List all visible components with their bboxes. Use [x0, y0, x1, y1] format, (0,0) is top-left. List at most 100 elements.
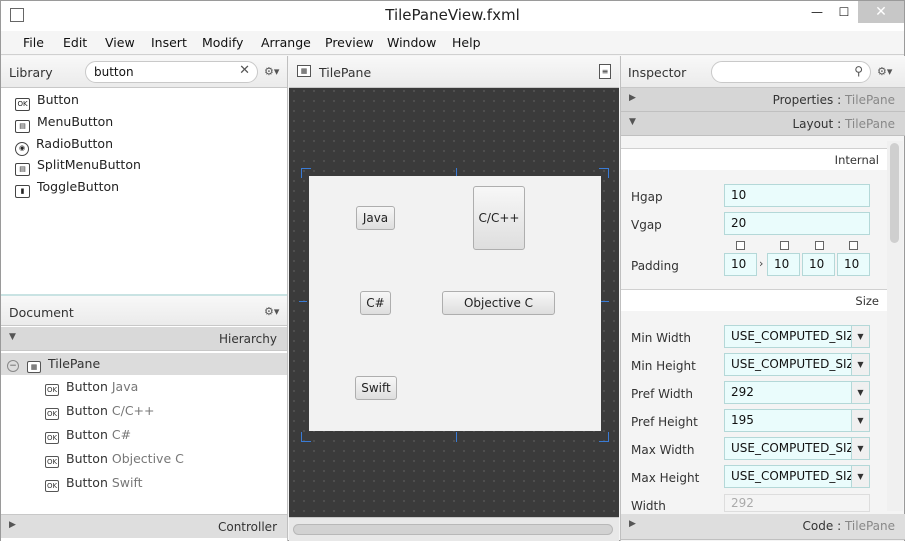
tree-root[interactable]: − ▦ TilePane	[1, 353, 287, 375]
button-icon: OK	[45, 480, 59, 492]
library-item-splitmenubutton[interactable]: ▤ SplitMenuButton	[15, 157, 141, 177]
padding-link-checkbox[interactable]	[849, 241, 858, 250]
selection-handle[interactable]	[601, 301, 609, 302]
code-section[interactable]: ▶ Code : TilePane	[621, 514, 905, 540]
menu-help[interactable]: Help	[452, 35, 481, 50]
selection-handle[interactable]	[451, 432, 457, 442]
vgap-field[interactable]: 20	[724, 212, 870, 235]
combo-value: USE_COMPUTED_SIZE	[731, 441, 863, 455]
padding-top-field[interactable]: 10	[724, 253, 757, 276]
chevron-down-icon[interactable]: ▼	[851, 382, 869, 403]
scrollbar-thumb[interactable]	[293, 524, 613, 535]
inspector-scrollbar[interactable]	[887, 141, 903, 511]
pref-height-combo[interactable]: 195 ▼	[724, 409, 870, 432]
tree-text: Swift	[111, 475, 143, 490]
selection-handle[interactable]	[299, 301, 307, 302]
search-icon[interactable]: ⚲	[854, 64, 863, 78]
library-title: Library	[9, 65, 53, 80]
menu-edit[interactable]: Edit	[63, 35, 87, 50]
library-item-togglebutton[interactable]: ▮ ToggleButton	[15, 179, 119, 199]
expand-arrow-icon[interactable]: ▼	[9, 332, 16, 342]
min-width-combo[interactable]: USE_COMPUTED_SIZE ▼	[724, 325, 870, 348]
menu-modify[interactable]: Modify	[202, 35, 243, 50]
hierarchy-section[interactable]: ▼ Hierarchy	[1, 327, 287, 351]
inspector-gear-icon[interactable]: ⚙▾	[877, 65, 892, 78]
min-width-label: Min Width	[631, 331, 691, 345]
chevron-down-icon[interactable]: ▼	[851, 326, 869, 347]
content-breadcrumb[interactable]: TilePane	[319, 65, 371, 80]
content-header: ▦ TilePane ≡	[289, 56, 619, 88]
min-height-combo[interactable]: USE_COMPUTED_SIZE ▼	[724, 353, 870, 376]
swift-button[interactable]: Swift	[355, 376, 397, 400]
library-item-radiobutton[interactable]: ◉ RadioButton	[15, 136, 113, 156]
menu-window[interactable]: Window	[387, 35, 436, 50]
objc-button[interactable]: Objective C	[442, 291, 555, 315]
menu-insert[interactable]: Insert	[151, 35, 187, 50]
button-icon: OK	[15, 98, 30, 111]
max-width-combo[interactable]: USE_COMPUTED_SIZE ▼	[724, 437, 870, 460]
padding-bottom-field[interactable]: 10	[802, 253, 835, 276]
button-icon: OK	[45, 384, 59, 396]
menu-arrange[interactable]: Arrange	[261, 35, 311, 50]
library-item-button[interactable]: OK Button	[15, 92, 79, 112]
tree-row-cs[interactable]: OK Button C#	[1, 424, 287, 446]
chevron-down-icon[interactable]: ▼	[851, 438, 869, 459]
selection-handle[interactable]	[599, 432, 609, 442]
chevron-down-icon[interactable]: ▼	[851, 354, 869, 375]
menu-file[interactable]: File	[23, 35, 44, 50]
csharp-button[interactable]: C#	[360, 291, 391, 315]
expand-arrow-icon[interactable]: ▶	[629, 93, 636, 103]
padding-link-checkbox[interactable]	[815, 241, 824, 250]
padding-link-checkbox[interactable]	[780, 241, 789, 250]
selection-handle[interactable]	[301, 432, 311, 442]
padding-right-field[interactable]: 10	[767, 253, 800, 276]
max-height-combo[interactable]: USE_COMPUTED_SIZE ▼	[724, 465, 870, 488]
layout-section[interactable]: ▼ Layout : TilePane	[621, 112, 905, 136]
title-bar: TilePaneView.fxml — ☐ ✕	[1, 1, 904, 31]
hgap-field[interactable]: 10	[724, 184, 870, 207]
tilepane-canvas[interactable]: Java C/C++ C# Objective C Swift	[309, 176, 601, 431]
collapse-arrow-icon[interactable]: ▼	[629, 117, 636, 127]
tree-row-objc[interactable]: OK Button Objective C	[1, 448, 287, 470]
maximize-button[interactable]: ☐	[831, 1, 857, 23]
expand-arrow-icon[interactable]: ▶	[9, 520, 16, 530]
collapse-icon[interactable]: −	[7, 360, 19, 372]
hgap-label: Hgap	[631, 190, 663, 204]
section-name: Properties	[772, 93, 834, 107]
java-button[interactable]: Java	[356, 206, 395, 230]
width-label: Width	[631, 499, 666, 513]
padding-link-checkbox[interactable]	[736, 241, 745, 250]
expand-arrow-icon[interactable]: ▶	[629, 519, 636, 529]
tree-row-java[interactable]: OK Button Java	[1, 376, 287, 398]
menu-preview[interactable]: Preview	[325, 35, 374, 50]
minimize-button[interactable]: —	[803, 1, 831, 23]
chevron-down-icon[interactable]: ▼	[851, 466, 869, 487]
controller-section[interactable]: ▶ Controller	[1, 514, 287, 538]
library-search-input[interactable]	[94, 65, 234, 79]
properties-section[interactable]: ▶ Properties : TilePane	[621, 88, 905, 112]
menu-view[interactable]: View	[105, 35, 135, 50]
library-gear-icon[interactable]: ⚙▾	[264, 65, 279, 78]
horizontal-scrollbar[interactable]	[289, 517, 619, 541]
padding-left-field[interactable]: 10	[837, 253, 870, 276]
properties-label: Properties : TilePane	[773, 93, 895, 107]
pref-height-label: Pref Height	[631, 415, 698, 429]
library-item-menubutton[interactable]: ▤ MenuButton	[15, 114, 113, 134]
close-button[interactable]: ✕	[858, 1, 904, 23]
internal-subheader: Internal	[621, 148, 887, 170]
clear-search-icon[interactable]: ✕	[239, 63, 250, 78]
chevron-down-icon[interactable]: ▼	[851, 410, 869, 431]
pref-width-combo[interactable]: 292 ▼	[724, 381, 870, 404]
library-item-label: RadioButton	[36, 136, 113, 151]
tree-row-swift[interactable]: OK Button Swift	[1, 472, 287, 494]
document-icon[interactable]: ≡	[599, 64, 611, 79]
document-title: Document	[9, 305, 74, 320]
scrollbar-thumb[interactable]	[890, 143, 899, 243]
library-search[interactable]: ✕	[85, 61, 258, 83]
cpp-button[interactable]: C/C++	[473, 186, 525, 250]
splitmenubutton-icon: ▤	[15, 163, 30, 176]
menu-bar: File Edit View Insert Modify Arrange Pre…	[1, 31, 904, 55]
tree-row-cpp[interactable]: OK Button C/C++	[1, 400, 287, 422]
inspector-search[interactable]: ⚲	[711, 61, 871, 83]
document-gear-icon[interactable]: ⚙▾	[264, 305, 279, 318]
